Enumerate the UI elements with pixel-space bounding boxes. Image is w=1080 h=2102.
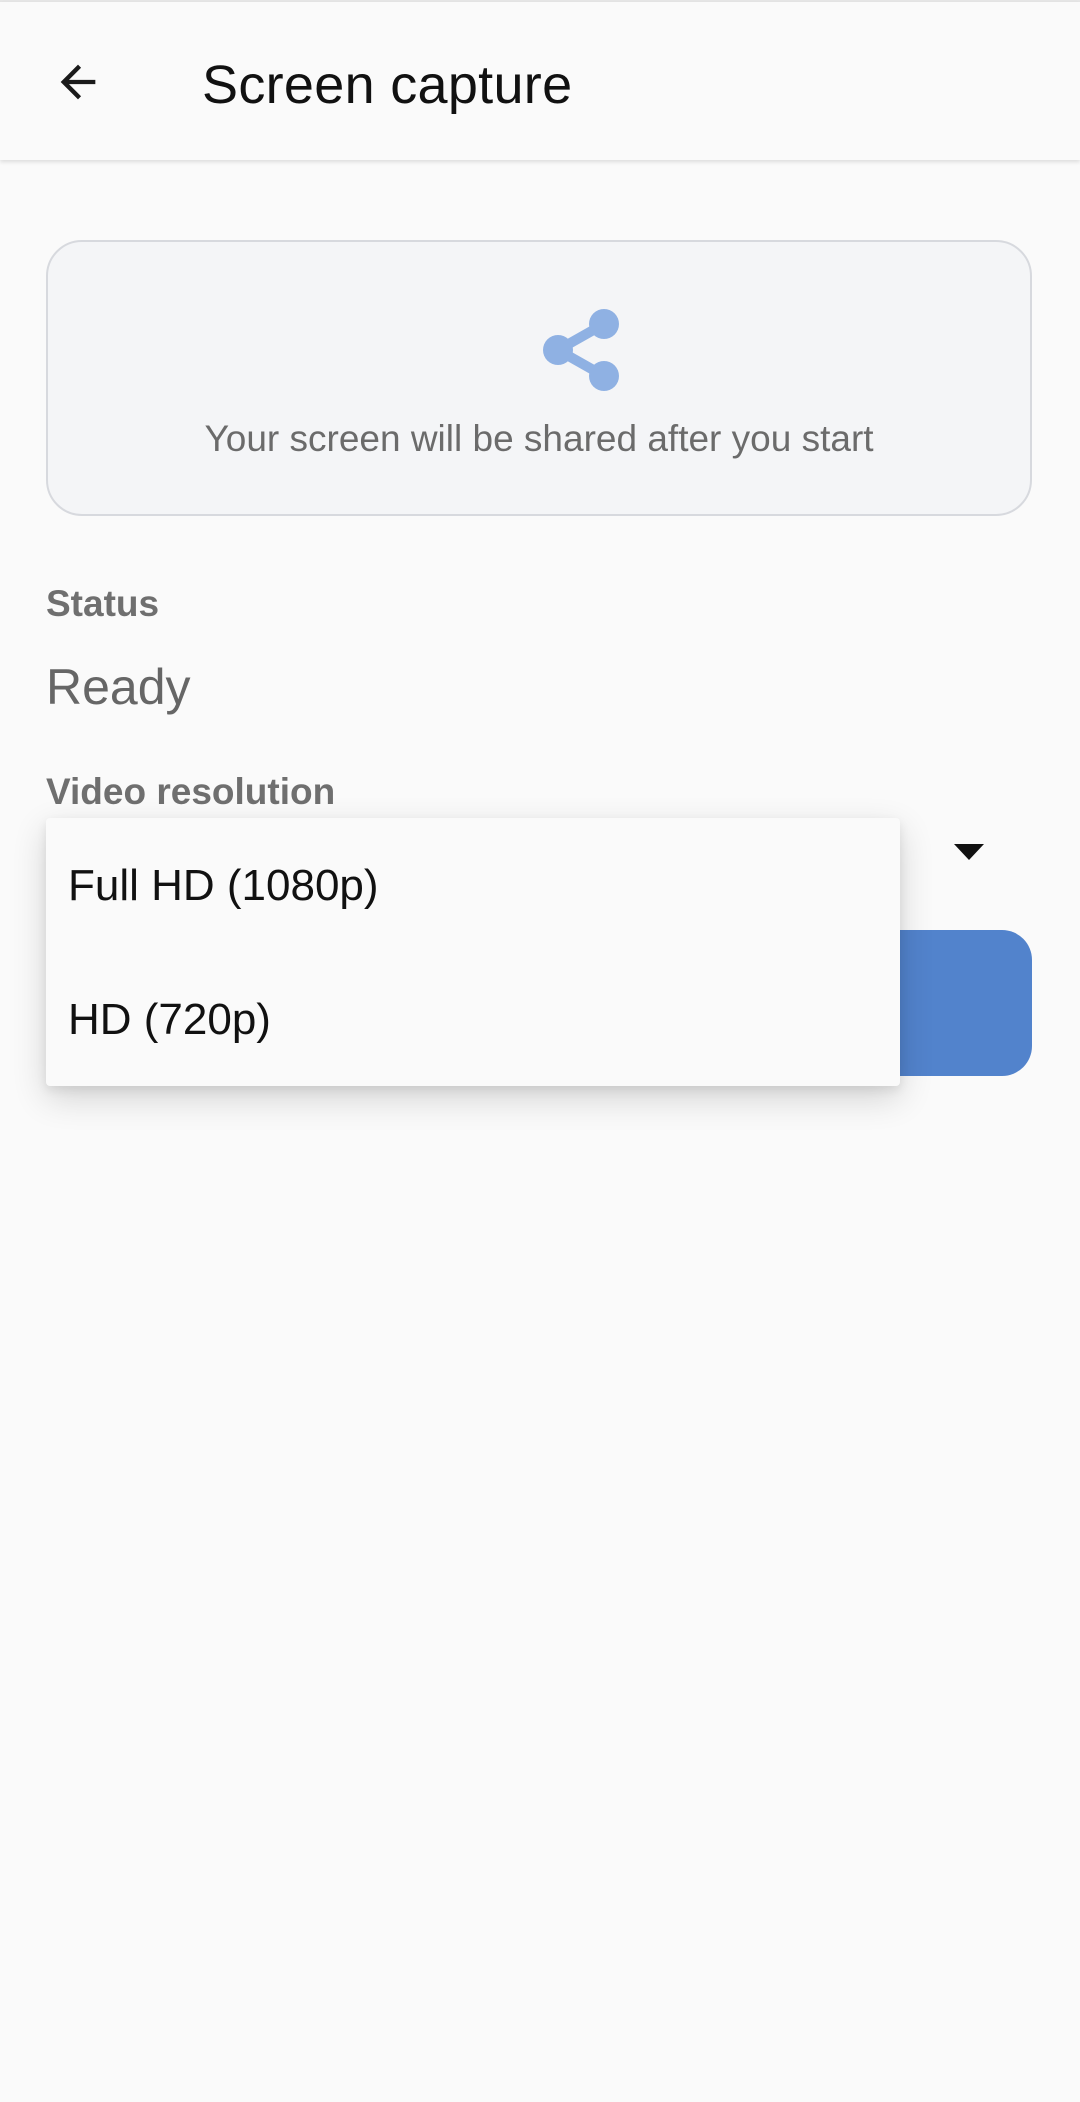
share-info-card: Your screen will be shared after you sta… [46, 240, 1032, 516]
resolution-dropdown-menu: Full HD (1080p) HD (720p) [46, 818, 900, 1086]
share-icon [543, 309, 619, 391]
status-label: Status [46, 583, 160, 624]
resolution-option-hd[interactable]: HD (720p) [46, 952, 900, 1086]
page-title: Screen capture [202, 55, 573, 115]
resolution-option-label: HD (720p) [68, 995, 271, 1044]
status-value: Ready [46, 659, 191, 715]
resolution-option-full-hd[interactable]: Full HD (1080p) [46, 818, 900, 952]
video-resolution-label: Video resolution [46, 771, 336, 812]
resolution-option-label: Full HD (1080p) [68, 861, 379, 910]
app-bar: Screen capture [0, 2, 1080, 160]
arrow-back-icon [60, 64, 96, 100]
share-info-message: Your screen will be shared after you sta… [204, 418, 874, 459]
screen-capture-screen: Screen capture Your screen will be share… [0, 0, 1080, 2102]
back-button[interactable] [34, 38, 122, 126]
caret-down-icon[interactable] [954, 844, 984, 860]
